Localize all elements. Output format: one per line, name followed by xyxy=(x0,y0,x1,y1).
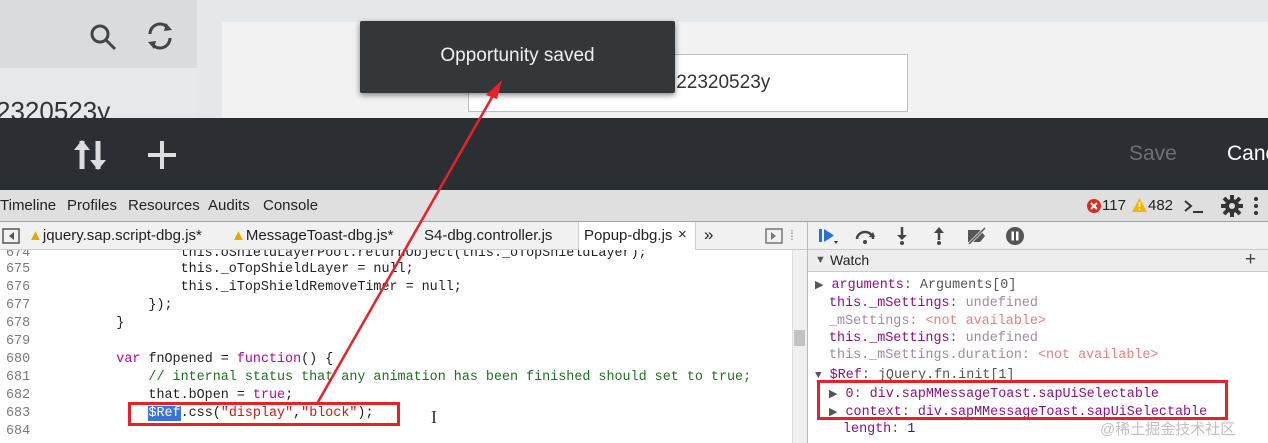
annotation-arrow xyxy=(316,80,502,403)
watermark: @稀土掘金技术社区 xyxy=(1100,421,1236,438)
